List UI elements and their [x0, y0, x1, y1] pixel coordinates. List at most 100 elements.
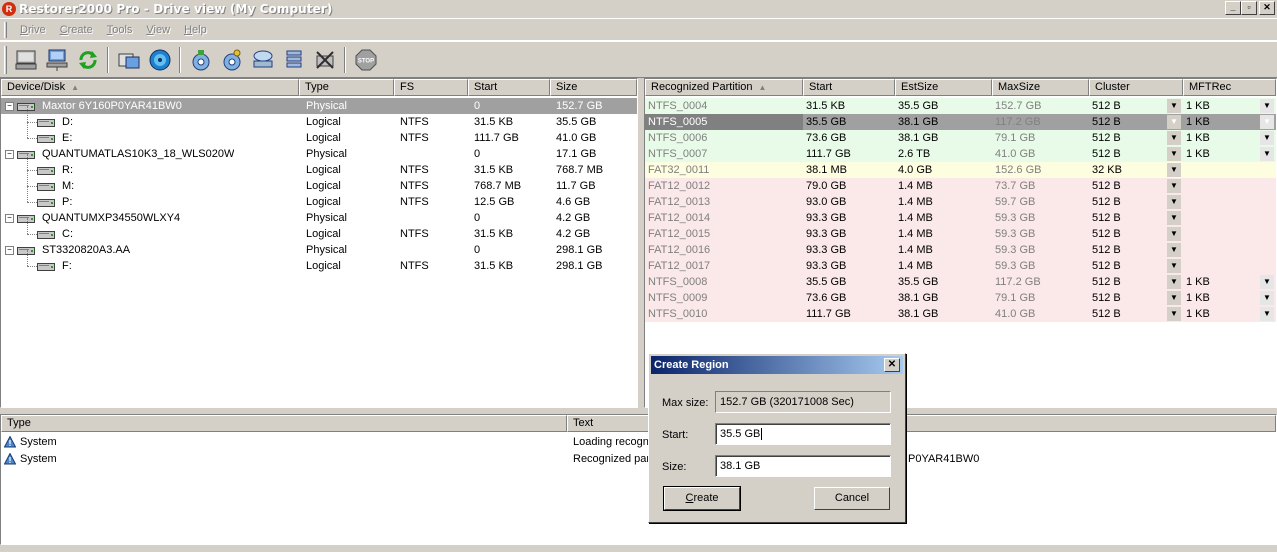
- close-button[interactable]: ✕: [1259, 1, 1275, 15]
- mftrec-dropdown-icon[interactable]: ▼: [1260, 147, 1274, 161]
- start-input[interactable]: 35.5 GB: [715, 423, 891, 445]
- col-maxsize-header[interactable]: MaxSize: [992, 79, 1089, 96]
- menu-view[interactable]: View: [139, 24, 177, 36]
- cluster-dropdown-icon[interactable]: ▼: [1167, 291, 1181, 305]
- menu-drive[interactable]: Drive: [13, 24, 53, 36]
- start-cell: 31.5 KB: [806, 100, 846, 112]
- mftrec-dropdown-icon[interactable]: ▼: [1260, 275, 1274, 289]
- collapse-icon[interactable]: −: [5, 102, 14, 111]
- partition-row[interactable]: FAT12_0015 93.3 GB 1.4 MB 59.3 GB 512 B ▼: [645, 226, 1276, 242]
- restore-button[interactable]: ▫: [1241, 1, 1257, 15]
- estsize-cell: 4.0 GB: [898, 164, 933, 176]
- scan-icon[interactable]: [144, 45, 175, 75]
- cancel-button[interactable]: Cancel: [814, 487, 890, 510]
- volume-row[interactable]: F: Logical NTFS 31.5 KB 298.1 GB: [1, 250, 637, 274]
- volume-row[interactable]: M: Logical NTFS 768.7 MB 11.7 GB: [1, 170, 637, 194]
- cluster-dropdown-icon[interactable]: ▼: [1167, 211, 1181, 225]
- network-drive-icon[interactable]: [41, 45, 72, 75]
- col-fs-header[interactable]: FS: [394, 79, 468, 96]
- cluster-dropdown-icon[interactable]: ▼: [1167, 259, 1181, 273]
- disk-row[interactable]: − ST3320820A3.AA Physical 0 298.1 GB: [1, 242, 637, 258]
- region-icon[interactable]: [247, 45, 278, 75]
- cluster-dropdown-icon[interactable]: ▼: [1167, 243, 1181, 257]
- log-row: System Recognized part P0YAR41BW0: [1, 451, 1276, 467]
- dialog-close-button[interactable]: ✕: [884, 358, 900, 372]
- cluster-dropdown-icon[interactable]: ▼: [1167, 163, 1181, 177]
- size-input[interactable]: 38.1 GB: [715, 455, 891, 477]
- volume-row[interactable]: R: Logical NTFS 31.5 KB 768.7 MB: [1, 154, 637, 178]
- partition-row[interactable]: NTFS_0007 111.7 GB 2.6 TB 41.0 GB 512 B 1 KB ▼…: [645, 146, 1276, 162]
- volume-row[interactable]: D: Logical NTFS 31.5 KB 35.5 GB: [1, 106, 637, 130]
- estsize-cell: 1.4 MB: [898, 228, 933, 240]
- drive-icon[interactable]: [10, 45, 41, 75]
- cluster-dropdown-icon[interactable]: ▼: [1167, 147, 1181, 161]
- col-type-header[interactable]: Type: [299, 79, 394, 96]
- col-device-header[interactable]: Device/Disk ▲: [1, 79, 299, 96]
- cluster-dropdown-icon[interactable]: ▼: [1167, 131, 1181, 145]
- fs-cell: [397, 210, 400, 226]
- mftrec-cell: 1 KB: [1186, 308, 1210, 320]
- mftrec-dropdown-icon[interactable]: ▼: [1260, 307, 1274, 321]
- col-estsize-header[interactable]: EstSize: [895, 79, 992, 96]
- tree-connector: [27, 154, 28, 170]
- cluster-dropdown-icon[interactable]: ▼: [1167, 115, 1181, 129]
- mftrec-dropdown-icon[interactable]: ▼: [1260, 115, 1274, 129]
- partition-row[interactable]: NTFS_0010 111.7 GB 38.1 GB 41.0 GB 512 B 1 KB…: [645, 306, 1276, 322]
- disk-row[interactable]: − Maxtor 6Y160P0YAR41BW0 Physical 0 152.7 GB: [1, 98, 637, 114]
- menu-create[interactable]: Create: [53, 24, 100, 36]
- col-start-header[interactable]: Start: [468, 79, 550, 96]
- collapse-icon[interactable]: −: [5, 150, 14, 159]
- refresh-icon[interactable]: [72, 45, 103, 75]
- menu-tools[interactable]: Tools: [100, 24, 140, 36]
- cluster-dropdown-icon[interactable]: ▼: [1167, 227, 1181, 241]
- col-pstart-header[interactable]: Start: [803, 79, 895, 96]
- partition-row[interactable]: NTFS_0009 73.6 GB 38.1 GB 79.1 GB 512 B 1 KB ▼…: [645, 290, 1276, 306]
- create-button[interactable]: Create: [663, 486, 741, 511]
- partition-row[interactable]: FAT12_0017 93.3 GB 1.4 MB 59.3 GB 512 B ▼: [645, 258, 1276, 274]
- col-cluster-header[interactable]: Cluster: [1089, 79, 1183, 96]
- col-size-header[interactable]: Size: [550, 79, 637, 96]
- menu-help[interactable]: Help: [177, 24, 214, 36]
- partition-name: NTFS_0008: [648, 276, 708, 288]
- partition-row[interactable]: NTFS_0006 73.6 GB 38.1 GB 79.1 GB 512 B 1 KB ▼…: [645, 130, 1276, 146]
- delete-icon[interactable]: [309, 45, 340, 75]
- device-name: QUANTUMATLAS10K3_18_WLS020W: [42, 148, 235, 160]
- tree-connector: [27, 122, 28, 138]
- disk-row[interactable]: − QUANTUMXP34550WLXY4 Physical 0 4.2 GB: [1, 210, 637, 226]
- partition-row[interactable]: FAT12_0014 93.3 GB 1.4 MB 59.3 GB 512 B ▼: [645, 210, 1276, 226]
- cluster-dropdown-icon[interactable]: ▼: [1167, 275, 1181, 289]
- partition-row[interactable]: FAT12_0016 93.3 GB 1.4 MB 59.3 GB 512 B ▼: [645, 242, 1276, 258]
- mftrec-cell: [1183, 162, 1260, 178]
- mftrec-cell: 1 KB: [1186, 116, 1210, 128]
- col-partition-header[interactable]: Recognized Partition ▲: [645, 79, 803, 96]
- size-cell: 4.6 GB: [556, 196, 591, 208]
- stop-icon[interactable]: STOP: [350, 45, 381, 75]
- disk-row[interactable]: − QUANTUMATLAS10K3_18_WLS020W Physical 0 17.…: [1, 146, 637, 162]
- cluster-dropdown-icon[interactable]: ▼: [1167, 195, 1181, 209]
- partition-row[interactable]: FAT12_0012 79.0 GB 1.4 MB 73.7 GB 512 B ▼: [645, 178, 1276, 194]
- volume-row[interactable]: P: Logical NTFS 12.5 GB 4.6 GB: [1, 186, 637, 210]
- cluster-dropdown-icon[interactable]: ▼: [1167, 99, 1181, 113]
- col-logtype-header[interactable]: Type: [1, 415, 567, 432]
- col-mftrec-header[interactable]: MFTRec: [1183, 79, 1276, 96]
- stack-icon[interactable]: [278, 45, 309, 75]
- volume-row[interactable]: E: Logical NTFS 111.7 GB 41.0 GB: [1, 122, 637, 146]
- mftrec-dropdown-icon[interactable]: ▼: [1260, 291, 1274, 305]
- max-size-label: Max size:: [662, 397, 709, 409]
- partition-row[interactable]: NTFS_0004 31.5 KB 35.5 GB 152.7 GB 512 B 1 KB…: [645, 98, 1276, 114]
- partition-row[interactable]: NTFS_0008 35.5 GB 35.5 GB 117.2 GB 512 B 1 KB…: [645, 274, 1276, 290]
- disk-search-icon[interactable]: [185, 45, 216, 75]
- mftrec-dropdown-icon[interactable]: ▼: [1260, 131, 1274, 145]
- mftrec-dropdown-icon[interactable]: ▼: [1260, 99, 1274, 113]
- cluster-dropdown-icon[interactable]: ▼: [1167, 307, 1181, 321]
- volume-row[interactable]: C: Logical NTFS 31.5 KB 4.2 GB: [1, 218, 637, 242]
- minimize-button[interactable]: _: [1225, 1, 1241, 15]
- partition-row[interactable]: FAT12_0013 93.0 GB 1.4 MB 59.7 GB 512 B ▼: [645, 194, 1276, 210]
- cluster-dropdown-icon[interactable]: ▼: [1167, 179, 1181, 193]
- open-image-icon[interactable]: [113, 45, 144, 75]
- disk-settings-icon[interactable]: [216, 45, 247, 75]
- collapse-icon[interactable]: −: [5, 246, 14, 255]
- partition-row[interactable]: NTFS_0005 35.5 GB 38.1 GB 117.2 GB 512 B 1 KB…: [645, 114, 1276, 130]
- partition-row[interactable]: FAT32_0011 38.1 MB 4.0 GB 152.6 GB 32 KB ▼: [645, 162, 1276, 178]
- collapse-icon[interactable]: −: [5, 214, 14, 223]
